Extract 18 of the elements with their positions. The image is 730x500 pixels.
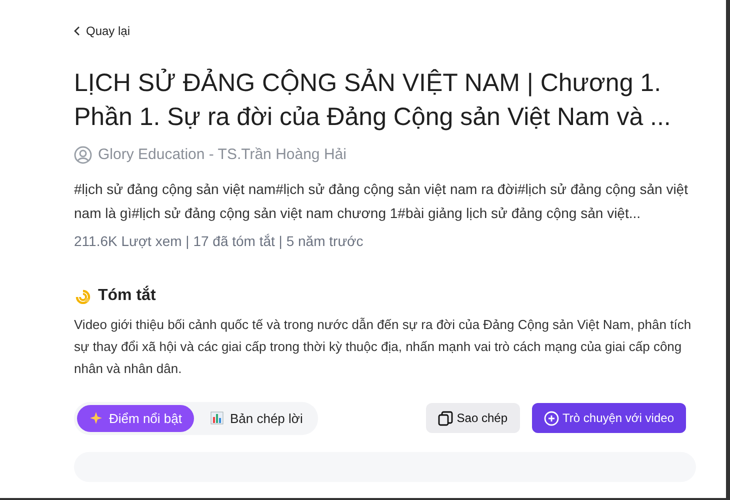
channel-name: Glory Education - TS.Trần Hoàng Hải bbox=[98, 145, 346, 165]
video-title: LỊCH SỬ ĐẢNG CỘNG SẢN VIỆT NAM | Chương 1. Phần 1. Sự ra đời của Đảng Cộng sản Việt Nam và ... bbox=[74, 68, 672, 133]
copy-button[interactable]: Sao chép bbox=[426, 403, 520, 434]
tab[interactable]: Điểm nổi bật bbox=[77, 404, 194, 432]
user-icon bbox=[74, 146, 92, 164]
add-chat-icon bbox=[544, 410, 559, 426]
back-link[interactable]: Quay lại bbox=[74, 22, 130, 40]
sparkle-icon bbox=[89, 411, 103, 426]
chevron-left-icon bbox=[74, 26, 80, 36]
summary-heading: Tóm tắt bbox=[98, 284, 156, 306]
copy-icon bbox=[438, 410, 453, 426]
chat-button[interactable]: Trò chuyện với video bbox=[532, 403, 686, 434]
bar-chart-icon bbox=[210, 411, 224, 426]
hashtags: #lịch sử đảng cộng sản việt nam#lịch sử đảng cộng sản việt nam ra đời#lịch sử đảng cộng sản việt nam là gì#lịch sử đảng cộng sản việt nam chương 1#bài giảng lịch sử đảng cộng sản việt... bbox=[74, 180, 689, 223]
tab[interactable]: Bản chép lời bbox=[198, 404, 315, 432]
summary-text: Video giới thiệu bối cảnh quốc tế và trong nước dẫn đến sự ra đời của Đảng Cộng sản Việt Nam, phân tích sự thay đổi xã hội và các giai cấp trong thời kỳ thuộc địa, nhấn mạnh vai trò cách mạng của giai cấp công nhân và nhân dân. bbox=[74, 316, 692, 378]
swirl-star-icon bbox=[74, 288, 92, 304]
video-stats: 211.6K Lượt xem | 17 đã tóm tắt | 5 năm trước bbox=[74, 232, 364, 251]
